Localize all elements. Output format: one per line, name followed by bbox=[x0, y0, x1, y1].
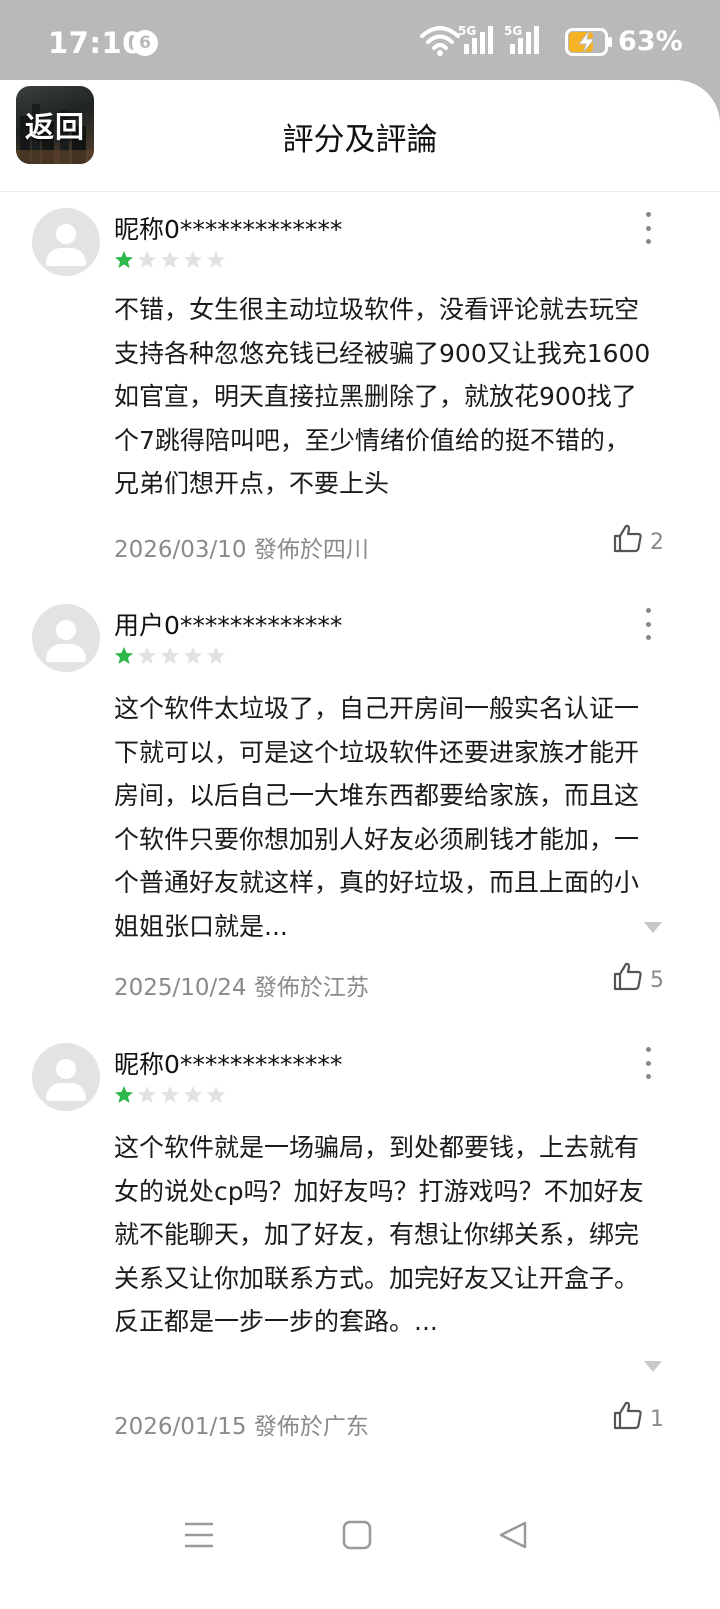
review-item: 用户0************* 这个软件太垃圾了，自己开房间一般实名认证一下就… bbox=[0, 604, 720, 1004]
star-rating bbox=[114, 1085, 226, 1105]
page-title: 評分及評論 bbox=[282, 122, 438, 158]
expand-review-icon[interactable] bbox=[644, 1361, 662, 1372]
star-empty-icon bbox=[138, 1086, 156, 1103]
like-count: 5 bbox=[650, 968, 664, 993]
review-location: 發佈於江苏 bbox=[253, 975, 369, 1001]
reviewer-name: 昵称0************* bbox=[114, 215, 343, 244]
like-count: 2 bbox=[650, 530, 664, 555]
battery-percentage: 63% bbox=[618, 26, 683, 57]
reviewer-name: 用户0************* bbox=[114, 611, 343, 640]
status-bar: 17:10 6 5G 5G 63% bbox=[0, 0, 720, 84]
review-text: 不错，女生很主动垃圾软件，没看评论就去玩空支持各种忽悠充钱已经被骗了900又让我… bbox=[114, 295, 651, 498]
reviewer-name: 昵称0************* bbox=[114, 1050, 343, 1079]
review-text: 这个软件就是一场骗局，到处都要钱，上去就有女的说处cp吗？加好友吗？打游戏吗？不… bbox=[114, 1133, 644, 1336]
more-options-icon[interactable] bbox=[638, 212, 658, 244]
star-empty-icon bbox=[161, 1086, 179, 1103]
home-square-icon[interactable] bbox=[342, 1520, 372, 1550]
avatar bbox=[32, 208, 100, 276]
star-rating bbox=[114, 250, 226, 270]
like-button[interactable]: 2 bbox=[612, 522, 664, 554]
ratings-reviews-sheet: 返回 評分及評論 昵称0************* 不错，女生很主动垃圾软件，没… bbox=[0, 80, 720, 1609]
star-empty-icon bbox=[138, 647, 156, 664]
review-date: 2026/01/15 bbox=[114, 1414, 247, 1440]
header: 返回 評分及評論 bbox=[0, 80, 720, 192]
star-empty-icon bbox=[138, 251, 156, 268]
more-options-icon[interactable] bbox=[638, 1047, 658, 1079]
star-filled-icon bbox=[115, 647, 133, 664]
review-date: 2025/10/24 bbox=[114, 975, 247, 1001]
wifi-icon bbox=[420, 26, 460, 56]
star-empty-icon bbox=[207, 1086, 225, 1103]
review-meta: 2025/10/24 發佈於江苏 bbox=[114, 968, 369, 1002]
thumbs-up-icon bbox=[613, 962, 642, 991]
notification-count-badge: 6 bbox=[132, 30, 158, 56]
star-filled-icon bbox=[115, 251, 133, 268]
like-button[interactable]: 5 bbox=[612, 960, 664, 992]
review-meta: 2026/03/10 發佈於四川 bbox=[114, 530, 369, 564]
review-location: 發佈於四川 bbox=[253, 537, 369, 563]
avatar bbox=[32, 1043, 100, 1111]
star-empty-icon bbox=[184, 251, 202, 268]
star-rating bbox=[114, 646, 226, 666]
back-triangle-icon[interactable] bbox=[498, 1520, 528, 1550]
review-meta: 2026/01/15 發佈於广东 bbox=[114, 1407, 369, 1441]
menu-icon[interactable] bbox=[184, 1520, 214, 1550]
like-button[interactable]: 1 bbox=[612, 1399, 664, 1431]
system-nav-bar bbox=[0, 1490, 720, 1609]
star-empty-icon bbox=[207, 251, 225, 268]
avatar bbox=[32, 604, 100, 672]
star-filled-icon bbox=[115, 1086, 133, 1103]
star-empty-icon bbox=[207, 647, 225, 664]
star-empty-icon bbox=[184, 647, 202, 664]
like-count: 1 bbox=[650, 1407, 664, 1432]
more-options-icon[interactable] bbox=[638, 608, 658, 640]
review-text: 这个软件太垃圾了，自己开房间一般实名认证一下就可以，可是这个垃圾软件还要进家族才… bbox=[114, 694, 640, 941]
star-empty-icon bbox=[184, 1086, 202, 1103]
status-time: 17:10 bbox=[48, 26, 143, 60]
star-empty-icon bbox=[161, 251, 179, 268]
review-item: 昵称0************* 这个软件就是一场骗局，到处都要钱，上去就有女的… bbox=[0, 1043, 720, 1453]
star-empty-icon bbox=[161, 647, 179, 664]
review-location: 發佈於广东 bbox=[253, 1414, 369, 1440]
battery-icon bbox=[565, 28, 612, 56]
thumbs-up-icon bbox=[613, 1401, 642, 1430]
review-item: 昵称0************* 不错，女生很主动垃圾软件，没看评论就去玩空支持… bbox=[0, 208, 720, 578]
expand-review-icon[interactable] bbox=[644, 922, 662, 933]
review-date: 2026/03/10 bbox=[114, 537, 247, 563]
thumbs-up-icon bbox=[613, 524, 642, 553]
